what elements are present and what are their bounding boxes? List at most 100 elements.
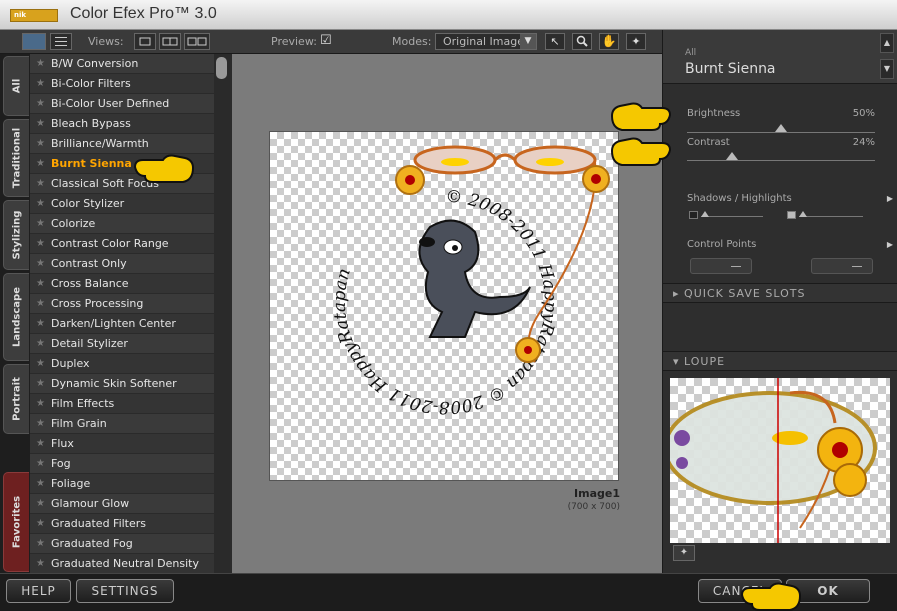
highlights-slider[interactable] (799, 216, 863, 217)
tab-portrait[interactable]: Portrait (3, 364, 29, 434)
star-icon[interactable]: ★ (36, 474, 45, 493)
star-icon[interactable]: ★ (36, 534, 45, 553)
help-button[interactable]: HELP (6, 579, 71, 603)
filter-item-label: Graduated Filters (51, 517, 147, 530)
expand-control-points-icon[interactable]: ▶ (887, 240, 893, 249)
filter-item[interactable]: ★ Fog (30, 454, 230, 474)
filter-item[interactable]: ★ Bi-Color User Defined (30, 94, 230, 114)
contrast-label: Contrast (687, 137, 730, 148)
tab-landscape[interactable]: Landscape (3, 273, 29, 361)
filter-item[interactable]: ★ Bleach Bypass (30, 114, 230, 134)
filter-item[interactable]: ★ Foliage (30, 474, 230, 494)
filter-item[interactable]: ★ Graduated Fog (30, 534, 230, 554)
filter-item[interactable]: ★ Detail Stylizer (30, 334, 230, 354)
filter-item[interactable]: ★ Cross Processing (30, 294, 230, 314)
chevron-down-icon[interactable]: ▼ (880, 59, 894, 79)
star-icon[interactable]: ★ (36, 134, 45, 153)
loupe-view[interactable] (670, 378, 890, 543)
filter-item[interactable]: ★ Graduated Neutral Density (30, 554, 230, 573)
quick-save-slots-header[interactable]: ▸ QUICK SAVE SLOTS (663, 283, 897, 303)
filter-item[interactable]: ★ Duplex (30, 354, 230, 374)
zoom-tool-icon[interactable] (572, 33, 592, 50)
star-icon[interactable]: ★ (36, 74, 45, 93)
filter-item[interactable]: ★ Darken/Lighten Center (30, 314, 230, 334)
filter-item[interactable]: ★ B/W Conversion (30, 54, 230, 74)
add-control-point-button[interactable] (690, 258, 752, 274)
star-icon[interactable]: ★ (36, 214, 45, 233)
filter-item[interactable]: ★ Burnt Sienna (30, 154, 230, 174)
filter-item[interactable]: ★ Film Grain (30, 414, 230, 434)
filter-item[interactable]: ★ Bi-Color Filters (30, 74, 230, 94)
star-icon[interactable]: ★ (36, 294, 45, 313)
filter-list-scrollbar[interactable] (214, 54, 230, 573)
tab-stylizing[interactable]: Stylizing (3, 200, 29, 270)
star-icon[interactable]: ★ (36, 154, 45, 173)
loupe-pin-icon[interactable]: ✦ (673, 545, 695, 561)
star-icon[interactable]: ★ (36, 254, 45, 273)
filter-item[interactable]: ★ Classical Soft Focus (30, 174, 230, 194)
shadows-slider-thumb[interactable] (701, 211, 709, 217)
single-view-icon[interactable] (22, 33, 46, 50)
star-icon[interactable]: ★ (36, 414, 45, 433)
star-icon[interactable]: ★ (36, 274, 45, 293)
expand-shadows-icon[interactable]: ▶ (887, 194, 893, 203)
list-view-icon[interactable] (50, 33, 72, 50)
star-icon[interactable]: ★ (36, 454, 45, 473)
star-icon[interactable]: ★ (36, 114, 45, 133)
tab-portrait-label: Portrait (11, 377, 22, 421)
star-icon[interactable]: ★ (36, 174, 45, 193)
filter-item[interactable]: ★ Film Effects (30, 394, 230, 414)
filter-item[interactable]: ★ Contrast Only (30, 254, 230, 274)
shadows-swatch (689, 211, 698, 219)
filter-item[interactable]: ★ Dynamic Skin Softener (30, 374, 230, 394)
star-icon[interactable]: ★ (36, 374, 45, 393)
filter-item-label: Fog (51, 457, 71, 470)
control-point-tool-icon[interactable]: ✦ (626, 33, 646, 50)
filter-item-label: Graduated Neutral Density (51, 557, 199, 570)
highlights-slider-thumb[interactable] (799, 211, 807, 217)
tab-all[interactable]: All (3, 56, 29, 116)
tab-traditional[interactable]: Traditional (3, 119, 29, 197)
star-icon[interactable]: ★ (36, 554, 45, 573)
contrast-slider[interactable] (687, 160, 875, 161)
star-icon[interactable]: ★ (36, 434, 45, 453)
star-icon[interactable]: ★ (36, 334, 45, 353)
star-icon[interactable]: ★ (36, 234, 45, 253)
hand-tool-icon[interactable]: ✋ (599, 33, 619, 50)
brightness-slider[interactable] (687, 132, 875, 133)
modes-select[interactable]: Original Image ▼ (435, 33, 537, 50)
contrast-slider-thumb[interactable] (726, 152, 739, 160)
filter-item[interactable]: ★ Glamour Glow (30, 494, 230, 514)
shadows-slider[interactable] (701, 216, 763, 217)
star-icon[interactable]: ★ (36, 194, 45, 213)
filter-item[interactable]: ★ Contrast Color Range (30, 234, 230, 254)
preview-checkbox[interactable]: ☑ (320, 33, 332, 48)
star-icon[interactable]: ★ (36, 494, 45, 513)
filter-list-scroll-thumb[interactable] (216, 57, 227, 79)
filter-item[interactable]: ★ Flux (30, 434, 230, 454)
filter-item-label: Colorize (51, 217, 96, 230)
tab-favorites[interactable]: Favorites (3, 472, 29, 572)
star-icon[interactable]: ★ (36, 514, 45, 533)
preview-canvas[interactable]: © 2008-2011 HappyRatapan © 2008-2011 Hap… (269, 131, 619, 481)
star-icon[interactable]: ★ (36, 54, 45, 73)
star-icon[interactable]: ★ (36, 314, 45, 333)
filter-item[interactable]: ★ Colorize (30, 214, 230, 234)
filter-item[interactable]: ★ Brilliance/Warmth (30, 134, 230, 154)
view-split-button[interactable] (159, 33, 181, 50)
remove-control-point-button[interactable] (811, 258, 873, 274)
chevron-up-icon[interactable]: ▲ (880, 33, 894, 53)
brightness-slider-thumb[interactable] (775, 124, 787, 132)
filter-item[interactable]: ★ Color Stylizer (30, 194, 230, 214)
view-single-button[interactable] (134, 33, 156, 50)
pointer-tool-icon[interactable]: ↖ (545, 33, 565, 50)
star-icon[interactable]: ★ (36, 354, 45, 373)
loupe-header[interactable]: ▾ LOUPE (663, 351, 897, 371)
filter-item[interactable]: ★ Graduated Filters (30, 514, 230, 534)
quick-save-slots-label: QUICK SAVE SLOTS (684, 287, 806, 300)
settings-button[interactable]: SETTINGS (76, 579, 174, 603)
view-side-by-side-button[interactable] (184, 33, 210, 50)
star-icon[interactable]: ★ (36, 94, 45, 113)
filter-item[interactable]: ★ Cross Balance (30, 274, 230, 294)
star-icon[interactable]: ★ (36, 394, 45, 413)
